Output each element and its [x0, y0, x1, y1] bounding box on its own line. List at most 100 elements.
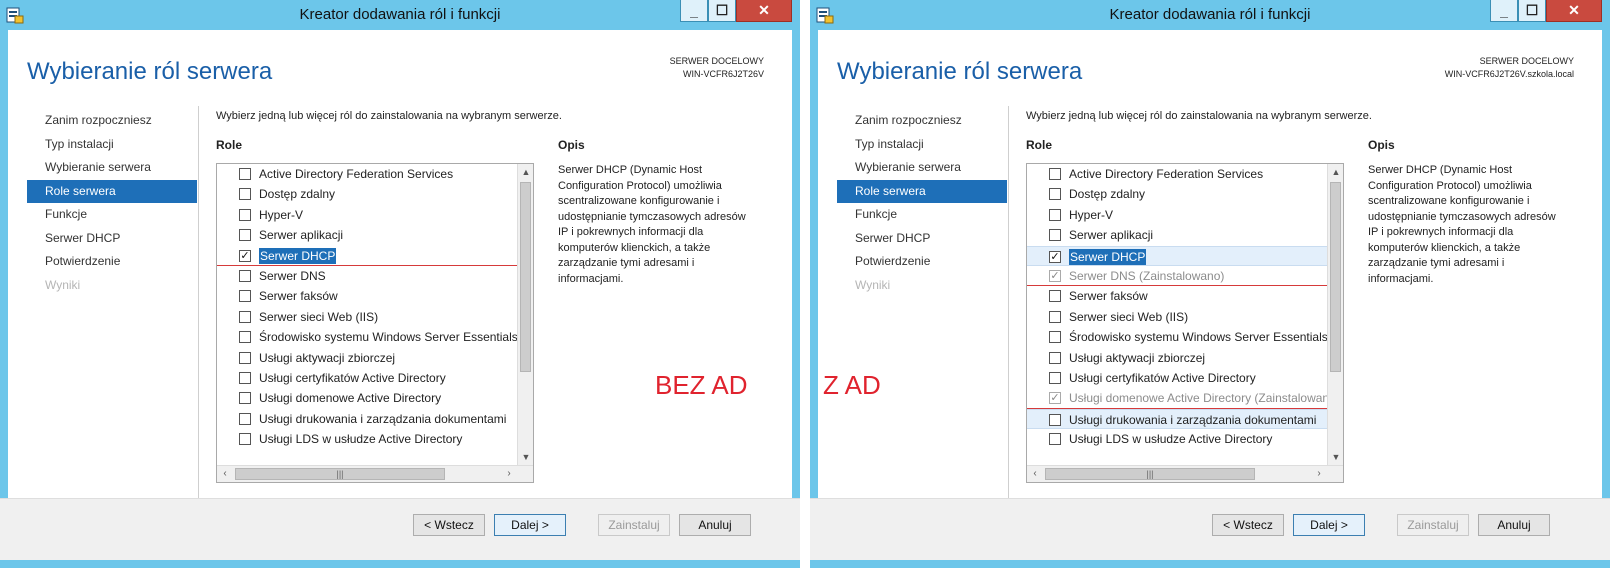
- scroll-up-icon[interactable]: ▲: [518, 164, 533, 180]
- minimize-button[interactable]: _: [1490, 0, 1518, 22]
- cancel-button[interactable]: Anuluj: [679, 514, 751, 536]
- checkbox-icon[interactable]: [239, 392, 251, 405]
- back-button[interactable]: < Wstecz: [413, 514, 485, 536]
- checkbox-checked-icon[interactable]: ✓: [239, 249, 251, 262]
- nav-item[interactable]: Role serwera: [27, 179, 197, 203]
- role-row[interactable]: Serwer aplikacji: [217, 225, 517, 245]
- checkbox-icon[interactable]: [1049, 168, 1061, 180]
- nav-item[interactable]: Zanim rozpoczniesz: [837, 109, 1007, 133]
- back-button[interactable]: < Wstecz: [1212, 514, 1284, 536]
- role-row[interactable]: Środowisko systemu Windows Server Essent…: [217, 327, 517, 347]
- role-row[interactable]: Usługi domenowe Active Directory: [217, 388, 517, 408]
- nav-item[interactable]: Serwer DHCP: [837, 227, 1007, 251]
- title-bar[interactable]: Kreator dodawania ról i funkcji _ ☐ ✕: [0, 0, 800, 30]
- role-row[interactable]: Serwer faksów: [217, 286, 517, 306]
- checkbox-icon[interactable]: [1049, 188, 1061, 201]
- scroll-right-icon[interactable]: ›: [501, 466, 517, 482]
- role-row[interactable]: Serwer aplikacji: [1027, 225, 1327, 245]
- scroll-thumb[interactable]: [1330, 182, 1341, 372]
- checkbox-icon[interactable]: [239, 331, 251, 344]
- role-row[interactable]: Dostęp zdalny: [1027, 184, 1327, 204]
- scroll-thumb-horizontal[interactable]: |||: [235, 468, 445, 480]
- checkbox-icon[interactable]: [239, 351, 251, 364]
- scroll-left-icon[interactable]: ‹: [1027, 466, 1043, 482]
- role-row[interactable]: ✓ Serwer DHCP: [1027, 245, 1327, 266]
- close-button[interactable]: ✕: [736, 0, 792, 22]
- checkbox-icon[interactable]: [239, 310, 251, 323]
- nav-item[interactable]: Typ instalacji: [27, 133, 197, 157]
- scroll-thumb-horizontal[interactable]: |||: [1045, 468, 1255, 480]
- role-row[interactable]: ✓ Serwer DHCP: [217, 246, 517, 267]
- nav-item[interactable]: Typ instalacji: [837, 133, 1007, 157]
- checkbox-icon[interactable]: [239, 290, 251, 303]
- checkbox-icon[interactable]: [1049, 433, 1061, 446]
- nav-item[interactable]: Potwierdzenie: [27, 250, 197, 274]
- checkbox-checked-icon[interactable]: ✓: [1049, 250, 1061, 263]
- role-row[interactable]: Usługi aktywacji zbiorczej: [1027, 348, 1327, 368]
- nav-item[interactable]: Role serwera: [837, 179, 1007, 203]
- role-row[interactable]: Usługi certyfikatów Active Directory: [1027, 368, 1327, 388]
- scroll-up-icon[interactable]: ▲: [1328, 164, 1343, 180]
- role-row[interactable]: Serwer DNS: [217, 266, 517, 286]
- checkbox-icon[interactable]: [239, 371, 251, 384]
- minimize-button[interactable]: _: [680, 0, 708, 22]
- horizontal-scrollbar[interactable]: ‹ ||| ›: [1027, 465, 1343, 482]
- nav-item[interactable]: Potwierdzenie: [837, 250, 1007, 274]
- title-bar[interactable]: Kreator dodawania ról i funkcji _ ☐ ✕: [810, 0, 1610, 30]
- close-button[interactable]: ✕: [1546, 0, 1602, 22]
- checkbox-icon[interactable]: [239, 229, 251, 242]
- role-row[interactable]: Usługi aktywacji zbiorczej: [217, 348, 517, 368]
- nav-item[interactable]: Zanim rozpoczniesz: [27, 109, 197, 133]
- nav-item[interactable]: Serwer DHCP: [27, 227, 197, 251]
- checkbox-icon[interactable]: [239, 269, 251, 282]
- vertical-scrollbar[interactable]: ▲ ▼: [1327, 164, 1343, 465]
- role-row[interactable]: Serwer sieci Web (IIS): [217, 307, 517, 327]
- checkbox-icon[interactable]: [239, 208, 251, 221]
- scroll-right-icon[interactable]: ›: [1311, 466, 1327, 482]
- roles-listbox[interactable]: Active Directory Federation Services Dost…: [216, 163, 534, 483]
- checkbox-icon[interactable]: [1049, 371, 1061, 384]
- checkbox-icon[interactable]: [1049, 208, 1061, 221]
- checkbox-icon[interactable]: [1049, 351, 1061, 364]
- install-button[interactable]: Zainstaluj: [598, 514, 670, 536]
- role-row[interactable]: Hyper-V: [217, 205, 517, 225]
- scroll-down-icon[interactable]: ▼: [518, 449, 533, 465]
- role-row[interactable]: Active Directory Federation Services: [1027, 164, 1327, 184]
- scroll-left-icon[interactable]: ‹: [217, 466, 233, 482]
- nav-item[interactable]: Wybieranie serwera: [27, 156, 197, 180]
- cancel-button[interactable]: Anuluj: [1478, 514, 1550, 536]
- role-row[interactable]: Hyper-V: [1027, 205, 1327, 225]
- roles-listbox[interactable]: Active Directory Federation Services Dost…: [1026, 163, 1344, 483]
- nav-item[interactable]: Wybieranie serwera: [837, 156, 1007, 180]
- role-row[interactable]: Usługi LDS w usłudze Active Directory: [217, 429, 517, 449]
- role-row[interactable]: Usługi LDS w usłudze Active Directory: [1027, 429, 1327, 449]
- vertical-scrollbar[interactable]: ▲ ▼: [517, 164, 533, 465]
- install-button[interactable]: Zainstaluj: [1397, 514, 1469, 536]
- role-row[interactable]: Środowisko systemu Windows Server Essent…: [1027, 327, 1327, 347]
- nav-item[interactable]: Funkcje: [27, 203, 197, 227]
- checkbox-icon[interactable]: [239, 412, 251, 425]
- next-button[interactable]: Dalej >: [494, 514, 566, 536]
- scroll-thumb[interactable]: [520, 182, 531, 372]
- checkbox-icon[interactable]: [1049, 413, 1061, 426]
- role-row[interactable]: Active Directory Federation Services: [217, 164, 517, 184]
- checkbox-icon[interactable]: [1049, 290, 1061, 303]
- checkbox-icon[interactable]: [239, 433, 251, 446]
- role-row[interactable]: Usługi drukowania i zarządzania dokument…: [217, 409, 517, 429]
- role-row[interactable]: Usługi certyfikatów Active Directory: [217, 368, 517, 388]
- role-row[interactable]: Dostęp zdalny: [217, 184, 517, 204]
- role-row[interactable]: Usługi drukowania i zarządzania dokument…: [1027, 408, 1327, 430]
- next-button[interactable]: Dalej >: [1293, 514, 1365, 536]
- checkbox-icon[interactable]: [1049, 310, 1061, 323]
- horizontal-scrollbar[interactable]: ‹ ||| ›: [217, 465, 533, 482]
- role-row[interactable]: Serwer sieci Web (IIS): [1027, 307, 1327, 327]
- checkbox-icon[interactable]: [1049, 229, 1061, 242]
- checkbox-icon[interactable]: [239, 168, 251, 180]
- nav-item[interactable]: Funkcje: [837, 203, 1007, 227]
- scroll-down-icon[interactable]: ▼: [1328, 449, 1343, 465]
- maximize-button[interactable]: ☐: [708, 0, 736, 22]
- maximize-button[interactable]: ☐: [1518, 0, 1546, 22]
- checkbox-icon[interactable]: [1049, 331, 1061, 344]
- checkbox-icon[interactable]: [239, 188, 251, 201]
- role-row[interactable]: Serwer faksów: [1027, 286, 1327, 306]
